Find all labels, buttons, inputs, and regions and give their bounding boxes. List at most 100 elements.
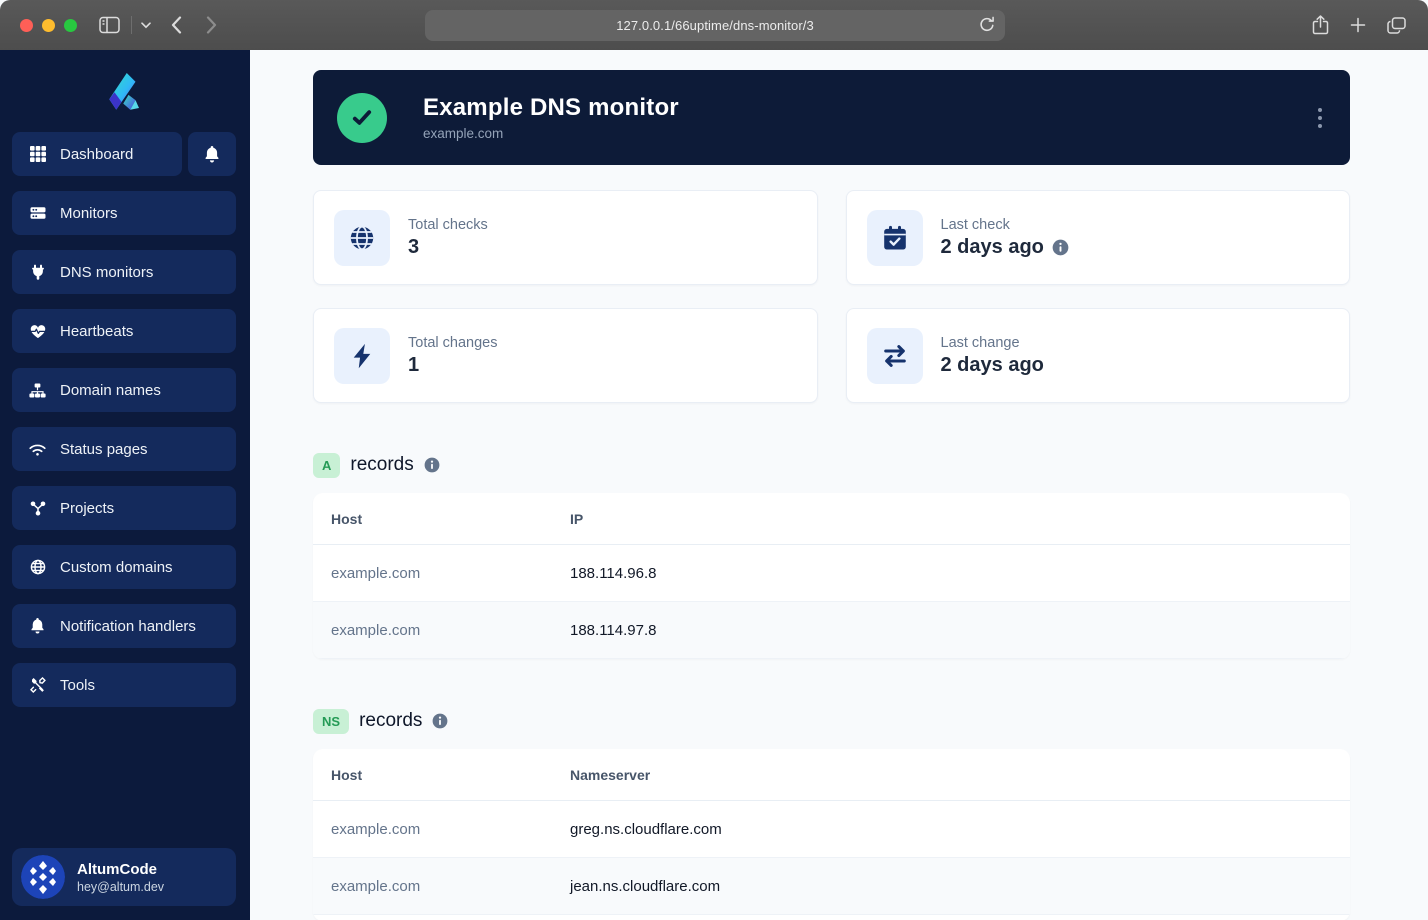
a-records-section: A records Host IP example.com 188.114.96… [313,450,1350,659]
column-header: IP [570,510,584,527]
reload-icon[interactable] [978,16,996,34]
bolt-icon [334,327,390,384]
server-icon [29,205,46,221]
monitor-header-card: Example DNS monitor example.com [313,70,1350,165]
sidebar-item-dashboard[interactable]: Dashboard [12,132,182,176]
sidebar-nav: Dashboard Monitors DNS monitors Heartbea… [0,132,250,707]
stats-grid: Total checks 3 Last check 2 days ago Tot… [313,190,1350,403]
sidebar-item-label: Domain names [60,381,161,399]
stat-value: 2 days ago [941,236,1069,259]
info-icon[interactable] [432,713,448,729]
wifi-icon [29,443,46,456]
zoom-window-button[interactable] [64,18,77,32]
tab-overview-icon[interactable] [1387,16,1406,34]
stat-label: Last change [940,334,1020,351]
forward-icon[interactable] [206,16,217,34]
ns-records-table: Host Nameserver example.com greg.ns.clou… [313,749,1350,920]
globe-icon [29,559,46,575]
globe-icon [334,209,390,266]
host-cell: example.com [331,820,421,838]
sidebar-item-label: DNS monitors [60,263,154,281]
stat-label: Total changes [408,334,498,351]
stat-value: 1 [408,353,420,376]
section-title: records [359,710,423,731]
table-row: example.com jean.ns.cloudflare.com [313,858,1350,915]
main-content: Example DNS monitor example.com Total ch… [250,50,1428,920]
divider [131,16,132,34]
sidebar-item-label: Monitors [60,204,118,222]
column-header: Host [331,510,363,527]
grid-icon [29,146,46,162]
avatar [21,855,65,899]
monitor-target: example.com [423,126,504,141]
sidebar-item-label: Notification handlers [60,617,196,635]
table-header-row: Host IP [313,493,1350,545]
stat-value: 2 days ago [940,353,1044,376]
user-name: AltumCode [77,860,157,878]
stat-label: Last check [940,216,1010,233]
calendar-check-icon [866,209,923,266]
user-profile-card[interactable]: AltumCode hey@altum.dev [12,848,236,906]
table-row: example.com greg.ns.cloudflare.com [313,801,1350,858]
table-row: example.com 188.114.97.8 [313,602,1350,659]
chevron-down-icon[interactable] [141,21,151,29]
record-type-badge: NS [313,708,350,734]
ip-cell: 188.114.97.8 [570,621,657,639]
url-text: 127.0.0.1/66uptime/dns-monitor/3 [616,18,814,33]
new-tab-icon[interactable] [1350,17,1366,33]
sidebar-toggle-icon[interactable] [99,16,120,34]
sidebar-item-projects[interactable]: Projects [12,486,236,530]
back-icon[interactable] [171,16,182,34]
bell-icon [204,145,220,163]
kebab-menu-icon[interactable] [1312,102,1328,134]
sidebar-item-notification-handlers[interactable]: Notification handlers [12,604,236,648]
minimize-window-button[interactable] [42,18,55,32]
partial-row [313,915,1350,920]
stat-value: 3 [408,235,420,258]
sidebar: Dashboard Monitors DNS monitors Heartbea… [0,50,250,920]
sidebar-item-label: Heartbeats [60,322,134,340]
nameserver-cell: jean.ns.cloudflare.com [570,877,721,895]
altumcode-logo-icon[interactable] [97,66,153,122]
sidebar-item-heartbeats[interactable]: Heartbeats [12,309,236,353]
table-header-row: Host Nameserver [313,749,1350,801]
bell-icon [29,618,46,634]
user-email: hey@altum.dev [77,879,165,894]
section-title: records [350,454,414,475]
notifications-bell-button[interactable] [188,132,236,176]
arrows-right-left-icon [866,327,923,384]
sidebar-item-dns-monitors[interactable]: DNS monitors [12,250,236,294]
sidebar-item-status-pages[interactable]: Status pages [12,427,236,471]
sidebar-item-tools[interactable]: Tools [12,663,236,707]
status-up-icon [337,92,387,143]
host-cell: example.com [331,621,421,639]
info-icon[interactable] [424,457,440,473]
stat-card-last-check: Last check 2 days ago [845,190,1350,285]
stat-card-total-changes: Total changes 1 [313,308,818,403]
share-icon[interactable] [1312,15,1329,35]
share-nodes-icon [29,501,46,516]
stat-card-last-change: Last change 2 days ago [845,308,1350,403]
address-bar[interactable]: 127.0.0.1/66uptime/dns-monitor/3 [425,10,1005,41]
sitemap-icon [29,383,46,398]
sidebar-item-monitors[interactable]: Monitors [12,191,236,235]
heart-pulse-icon [29,324,46,339]
sidebar-item-label: Tools [60,676,96,694]
window-controls [20,18,77,32]
nameserver-cell: greg.ns.cloudflare.com [570,820,722,838]
plug-icon [29,264,46,280]
sidebar-item-label: Custom domains [60,558,173,576]
stat-label: Total checks [408,216,488,233]
sidebar-item-custom-domains[interactable]: Custom domains [12,545,236,589]
sidebar-item-domain-names[interactable]: Domain names [12,368,236,412]
screwdriver-wrench-icon [29,677,46,693]
browser-chrome: 127.0.0.1/66uptime/dns-monitor/3 [0,0,1428,50]
sidebar-item-label: Projects [60,499,115,517]
close-window-button[interactable] [20,18,33,32]
info-icon[interactable] [1052,239,1069,256]
record-type-badge: A [313,452,341,478]
a-records-table: Host IP example.com 188.114.96.8 example… [313,493,1350,659]
sidebar-item-label: Dashboard [60,145,134,163]
column-header: Nameserver [570,766,651,783]
host-cell: example.com [331,877,421,895]
